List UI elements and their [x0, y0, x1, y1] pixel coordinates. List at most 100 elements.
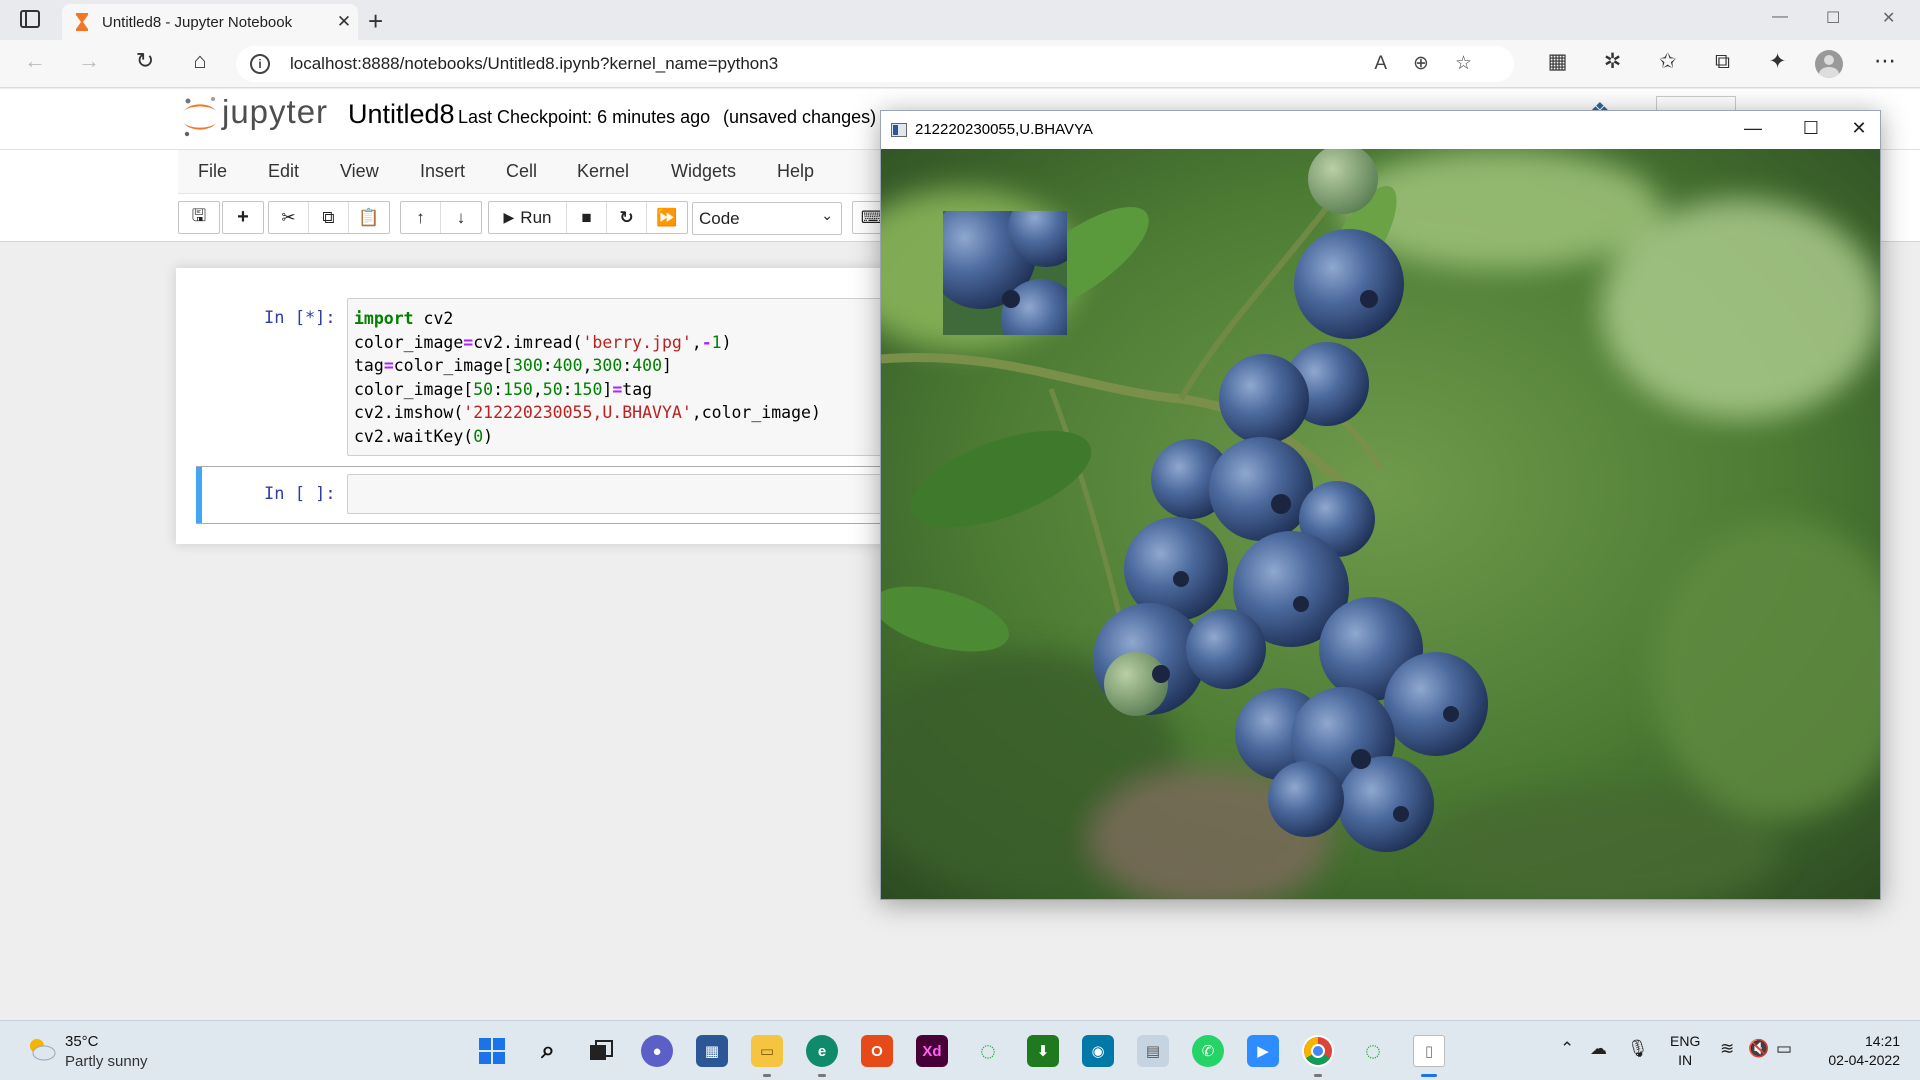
berry-image — [881, 149, 1880, 899]
menu-help[interactable]: Help — [777, 161, 814, 182]
office-icon[interactable]: O — [861, 1035, 893, 1067]
notebook-name[interactable]: Untitled8 — [348, 99, 455, 130]
task-view-icon[interactable] — [585, 1035, 617, 1067]
menu-cell[interactable]: Cell — [506, 161, 537, 182]
copy-icon[interactable]: ⧉ — [309, 202, 349, 233]
zoom-icon[interactable]: ⊕ — [1413, 53, 1455, 74]
paste-icon[interactable]: 📋 — [349, 202, 389, 233]
url-text: localhost:8888/notebooks/Untitled8.ipynb… — [290, 54, 779, 73]
home-icon[interactable]: ⌂ — [183, 48, 217, 74]
opencv-maximize-button[interactable]: ☐ — [1791, 118, 1831, 139]
move-down-icon[interactable]: ↓ — [441, 202, 481, 233]
microphone-icon[interactable]: 🎙 — [1627, 1039, 1649, 1059]
file-explorer-icon[interactable]: ▭ — [751, 1035, 783, 1067]
partly-sunny-icon[interactable] — [26, 1037, 56, 1061]
save-icon[interactable]: 🖫 — [179, 202, 219, 233]
store-icon[interactable]: ▦ — [696, 1035, 728, 1067]
browser-tab-bar: Untitled8 - Jupyter Notebook ✕ + — ☐ ✕ — [0, 0, 1920, 40]
refresh-app-icon[interactable]: ◌ — [972, 1035, 1004, 1067]
forward-arrow-icon[interactable]: → — [72, 48, 106, 74]
cell-type-select[interactable]: Code ⌄ — [692, 202, 842, 235]
system-clock[interactable]: 14:21 02-04-2022 — [1818, 1032, 1900, 1070]
browser-close-button[interactable]: ✕ — [1882, 8, 1895, 28]
app-running-indicator — [763, 1074, 771, 1077]
weather-temperature[interactable]: 35°C — [65, 1033, 99, 1050]
opencv-image-window[interactable]: 212220230055,U.BHAVYA — ☐ ✕ — [880, 110, 1881, 900]
collections-icon[interactable]: ⧉ — [1695, 50, 1750, 74]
opencv-titlebar[interactable]: 212220230055,U.BHAVYA — ☐ ✕ — [881, 111, 1880, 149]
start-windows-icon[interactable] — [476, 1035, 508, 1067]
tab-close-icon[interactable]: ✕ — [330, 12, 358, 32]
region-code: IN — [1678, 1052, 1693, 1068]
language-indicator[interactable]: ENG IN — [1670, 1032, 1700, 1070]
browser-minimize-button[interactable]: — — [1772, 8, 1788, 26]
menu-widgets[interactable]: Widgets — [671, 161, 736, 182]
tab-actions-icon[interactable] — [20, 10, 40, 28]
favorites-icon[interactable]: ✩ — [1640, 49, 1695, 74]
cell-prompt: In [*]: — [264, 308, 336, 328]
tab-title: Untitled8 - Jupyter Notebook — [102, 13, 293, 31]
window-app-icon — [891, 123, 907, 137]
language-code: ENG — [1670, 1033, 1701, 1049]
browser-tab-active[interactable]: Untitled8 - Jupyter Notebook ✕ — [62, 4, 358, 40]
jar-app-icon[interactable]: ▤ — [1137, 1035, 1169, 1067]
profile-avatar[interactable] — [1815, 50, 1843, 78]
run-button[interactable]: ▶ Run — [489, 202, 567, 233]
onedrive-cloud-icon[interactable]: ☁ — [1590, 1039, 1607, 1059]
unsaved-status: (unsaved changes) — [723, 107, 877, 127]
menu-kernel[interactable]: Kernel — [577, 161, 629, 182]
back-arrow-icon[interactable]: ← — [18, 48, 52, 74]
add-cell-icon[interactable]: + — [223, 202, 263, 233]
show-hidden-icons[interactable]: ⌃ — [1560, 1039, 1574, 1059]
url-field[interactable]: i localhost:8888/notebooks/Untitled8.ipy… — [236, 46, 1514, 82]
code-line: import cv2 — [354, 309, 454, 328]
search-icon[interactable]: ⌕ — [532, 1035, 564, 1067]
refresh-icon[interactable]: ↻ — [128, 48, 162, 74]
opencv-minimize-button[interactable]: — — [1733, 118, 1773, 139]
read-aloud-icon[interactable]: A — [1374, 53, 1413, 74]
edge-browser-icon[interactable]: e — [806, 1035, 838, 1067]
browser-maximize-button[interactable]: ☐ — [1826, 8, 1840, 28]
adobe-xd-icon[interactable]: Xd — [916, 1035, 948, 1067]
code-line: cv2.imshow('212220230055,U.BHAVYA',color… — [354, 403, 821, 422]
jupyter-logo-text[interactable]: jupyter — [222, 93, 328, 131]
cut-icon[interactable]: ✂ — [269, 202, 309, 233]
fast-forward-icon[interactable]: ⏩ — [647, 202, 687, 233]
menu-insert[interactable]: Insert — [420, 161, 465, 182]
edit-group: ✂ ⧉ 📋 — [268, 201, 390, 234]
url-action-icons[interactable]: A⊕☆ — [1374, 52, 1498, 75]
app-running-indicator — [1314, 1074, 1322, 1077]
new-tab-button[interactable]: + — [368, 6, 383, 37]
cell-type-value: Code — [699, 209, 740, 228]
favorite-add-icon[interactable]: ☆ — [1455, 53, 1498, 74]
notepad-icon[interactable]: ▯ — [1413, 1035, 1445, 1067]
download-app-icon[interactable]: ⬇ — [1027, 1035, 1059, 1067]
refresh-app-icon-2[interactable]: ◌ — [1357, 1035, 1389, 1067]
extensions-icon[interactable]: ✲ — [1585, 49, 1640, 74]
dell-app-icon[interactable]: ◉ — [1082, 1035, 1114, 1067]
chrome-icon[interactable] — [1302, 1035, 1334, 1067]
teams-chat-icon[interactable]: ● — [641, 1035, 673, 1067]
media-icon[interactable]: ▦ — [1530, 49, 1585, 74]
move-up-icon[interactable]: ↑ — [401, 202, 441, 233]
speaker-muted-icon[interactable]: 🔇 — [1748, 1039, 1769, 1059]
wifi-icon[interactable]: ≋ — [1720, 1039, 1734, 1059]
zoom-app-icon[interactable]: ▶ — [1247, 1035, 1279, 1067]
battery-icon[interactable]: ▭ — [1776, 1039, 1792, 1059]
copilot-icon[interactable]: ✦ — [1750, 49, 1805, 74]
jupyter-logo-icon[interactable] — [180, 95, 220, 139]
site-info-icon[interactable]: i — [250, 54, 270, 74]
code-line: color_image[50:150,50:150]=tag — [354, 379, 653, 399]
stop-icon[interactable]: ■ — [567, 202, 607, 233]
browser-toolbar-icons: ▦ ✲ ✩ ⧉ ✦ — [1530, 49, 1805, 74]
weather-description[interactable]: Partly sunny — [65, 1053, 148, 1070]
opencv-close-button[interactable]: ✕ — [1839, 118, 1879, 139]
menu-file[interactable]: File — [198, 161, 227, 182]
whatsapp-icon[interactable]: ✆ — [1192, 1035, 1224, 1067]
code-line: tag=color_image[300:400,300:400] — [354, 356, 672, 375]
restart-icon[interactable]: ↻ — [607, 202, 647, 233]
berry-photo — [881, 149, 1880, 899]
more-options-icon[interactable]: ⋯ — [1868, 48, 1902, 74]
menu-view[interactable]: View — [340, 161, 379, 182]
menu-edit[interactable]: Edit — [268, 161, 299, 182]
